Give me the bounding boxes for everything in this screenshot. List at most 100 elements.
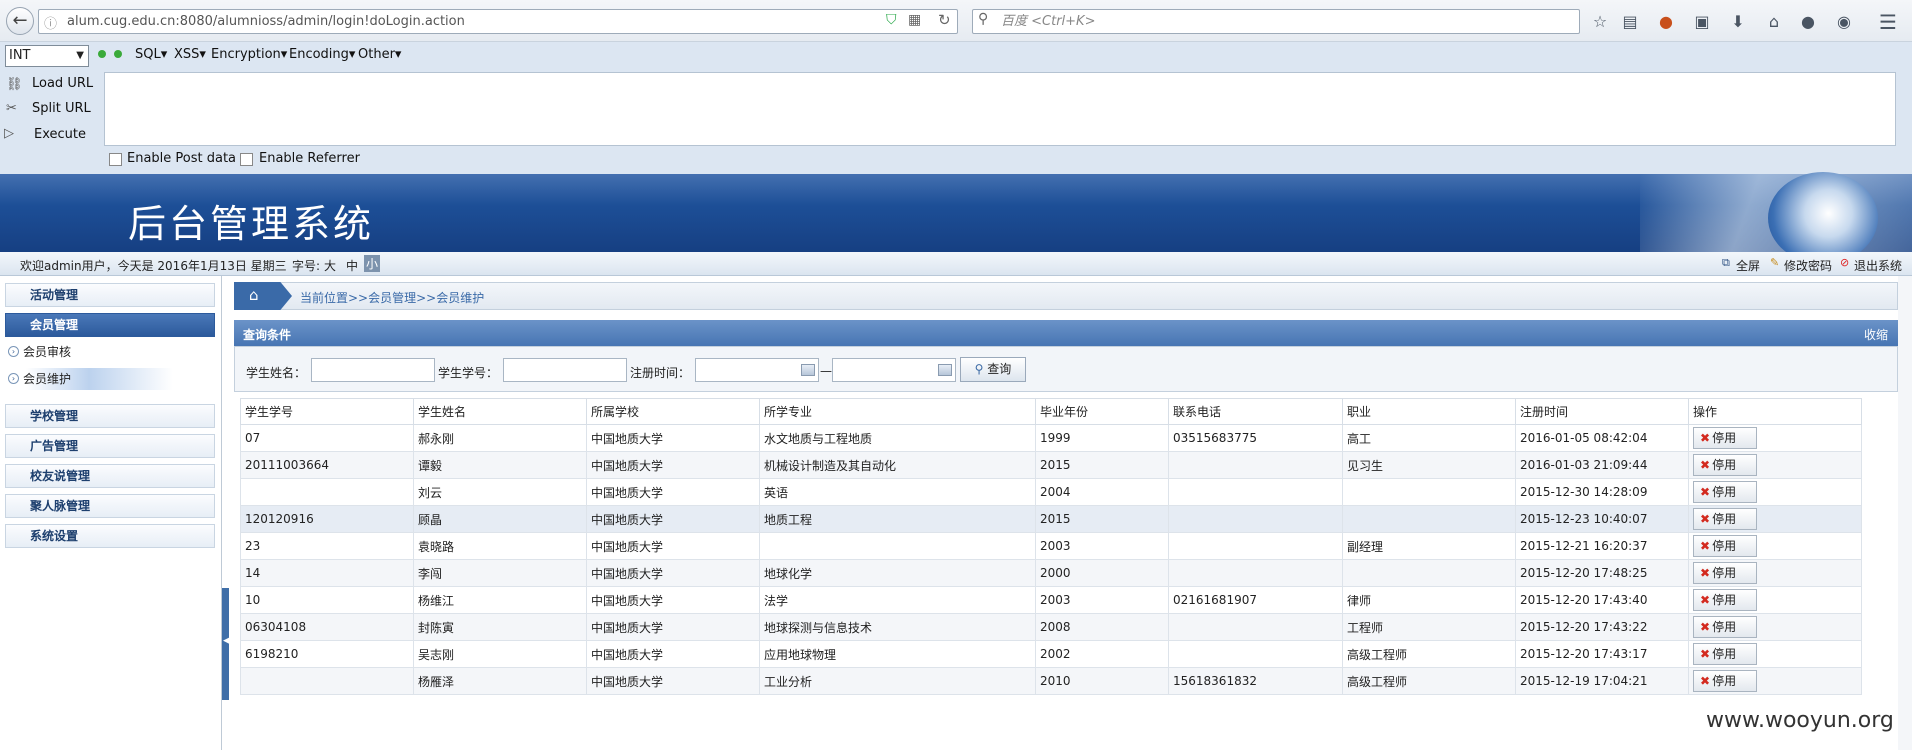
enable-post-checkbox[interactable] (109, 153, 122, 166)
addon-icon[interactable]: ● (1656, 12, 1676, 32)
disable-button[interactable]: ✖ 停用 (1693, 643, 1757, 665)
reload-icon[interactable]: ↻ (938, 11, 951, 29)
calendar-icon[interactable] (801, 364, 815, 376)
url-bar[interactable]: alum.cug.edu.cn:8080/alumnioss/admin/log… (38, 9, 958, 34)
disable-button[interactable]: ✖ 停用 (1693, 454, 1757, 476)
table-cell: 中国地质大学 (586, 640, 760, 668)
name-input[interactable] (311, 358, 435, 382)
table-cell: 中国地质大学 (586, 613, 760, 641)
sidebar-item-ads[interactable]: 广告管理 (5, 434, 215, 458)
shield-icon[interactable]: ⛉ (886, 12, 897, 28)
bookmarks-list-icon[interactable]: ▤ (1620, 12, 1640, 32)
table-cell: 06304108 (240, 613, 414, 641)
info-icon[interactable]: ⓘ (44, 13, 57, 32)
encryption-menu[interactable]: Encryption▾ (211, 47, 287, 62)
table-cell: 20111003664 (240, 451, 414, 479)
change-password-button[interactable]: 修改密码 (1784, 257, 1832, 274)
disable-button-label: 停用 (1712, 458, 1737, 472)
sidebar-splitter[interactable]: ◀ (222, 588, 230, 700)
disable-button[interactable]: ✖ 停用 (1693, 616, 1757, 638)
table-cell: 6198210 (240, 640, 414, 668)
table-cell: 中国地质大学 (586, 586, 760, 614)
site-title: 后台管理系统 (128, 202, 375, 246)
disable-button-label: 停用 (1712, 431, 1737, 445)
reader-icon[interactable]: ▣ (1692, 12, 1712, 32)
close-icon: ✖ (1700, 485, 1711, 499)
table-cell (1168, 451, 1343, 479)
table-cell (1168, 559, 1343, 587)
disable-button[interactable]: ✖ 停用 (1693, 535, 1757, 557)
disable-button[interactable]: ✖ 停用 (1693, 562, 1757, 584)
font-small-button[interactable]: 小 (364, 255, 381, 272)
download-icon[interactable]: ⬇ (1728, 12, 1748, 32)
fontsize-label: 字号: (292, 259, 321, 273)
sidebar-subitem-member-maintain[interactable]: › 会员维护 (5, 368, 215, 390)
table-cell: 15618361832 (1168, 667, 1343, 695)
date-label: 注册时间： (630, 366, 691, 380)
fullscreen-icon: ⧉ (1722, 256, 1730, 269)
table-cell (240, 667, 414, 695)
home-button[interactable]: ⌂ (234, 282, 292, 310)
disable-button[interactable]: ✖ 停用 (1693, 481, 1757, 503)
column-header: 所学专业 (759, 398, 1036, 425)
fullscreen-button[interactable]: 全屏 (1736, 257, 1760, 274)
menu-icon[interactable]: ☰ (1878, 12, 1898, 32)
font-large-button[interactable]: 大 (324, 257, 336, 274)
qrcode-icon[interactable]: ▦ (908, 12, 921, 28)
table-cell: 英语 (759, 478, 1036, 506)
status-dot-icon (98, 50, 106, 58)
sidebar-item-network[interactable]: 聚人脉管理 (5, 494, 215, 518)
type-select[interactable]: INT ▼ (5, 45, 89, 67)
chat-icon[interactable]: ● (1798, 12, 1818, 32)
sidebar-subitem-label: 会员审核 (23, 345, 72, 359)
id-input[interactable] (503, 358, 627, 382)
execute-button[interactable]: Execute (34, 127, 86, 142)
table-cell: 中国地质大学 (586, 478, 760, 506)
close-icon: ✖ (1700, 593, 1711, 607)
table-cell: 刘云 (413, 478, 587, 506)
expand-icon: › (8, 373, 19, 384)
close-icon: ✖ (1700, 647, 1711, 661)
back-button[interactable]: ← (6, 7, 34, 35)
font-medium-button[interactable]: 中 (346, 257, 358, 274)
split-url-button[interactable]: Split URL (32, 101, 91, 116)
watermark-text: www.wooyun.org (1706, 708, 1894, 733)
disable-button[interactable]: ✖ 停用 (1693, 508, 1757, 530)
enable-referrer-checkbox[interactable] (240, 153, 253, 166)
profile-icon[interactable]: ◉ (1834, 12, 1854, 32)
table-body: 07 郝永刚 中国地质大学 水文地质与工程地质 1999 03515683775 高工 201… (240, 424, 1862, 695)
query-panel-header (234, 320, 1898, 346)
disable-button[interactable]: ✖ 停用 (1693, 670, 1757, 692)
magnifier-icon: ⚲ (974, 362, 984, 376)
search-input[interactable]: 百度 <Ctrl+K> (972, 9, 1580, 34)
sidebar-item-activities[interactable]: 活动管理 (5, 283, 215, 307)
vertical-scrollbar[interactable] (1898, 276, 1912, 750)
encoding-menu[interactable]: Encoding▾ (289, 47, 355, 62)
sidebar-subitem-member-review[interactable]: › 会员审核 (5, 341, 215, 363)
disable-button[interactable]: ✖ 停用 (1693, 427, 1757, 449)
table-cell: 地质工程 (759, 505, 1036, 533)
other-menu[interactable]: Other▾ (358, 47, 401, 62)
logout-button[interactable]: 退出系统 (1854, 257, 1902, 274)
table-cell: 2016-01-05 08:42:04 (1515, 424, 1689, 452)
sidebar-item-members[interactable]: 会员管理 (5, 313, 215, 337)
home-icon[interactable]: ⌂ (1764, 12, 1784, 32)
sidebar-item-settings[interactable]: 系统设置 (5, 524, 215, 548)
action-cell: ✖ 停用 (1688, 532, 1862, 560)
bookmark-star-icon[interactable]: ☆ (1590, 12, 1610, 32)
collapse-button[interactable]: 收缩 (1864, 326, 1888, 343)
table-cell: 2008 (1035, 613, 1169, 641)
action-cell: ✖ 停用 (1688, 640, 1862, 668)
sidebar-item-schools[interactable]: 学校管理 (5, 404, 215, 428)
load-url-button[interactable]: Load URL (32, 76, 93, 91)
table-cell: 2015-12-20 17:43:22 (1515, 613, 1689, 641)
sidebar-item-alumni-talk[interactable]: 校友说管理 (5, 464, 215, 488)
disable-button-label: 停用 (1712, 539, 1737, 553)
close-icon: ✖ (1700, 566, 1711, 580)
search-button[interactable]: ⚲ 查询 (960, 357, 1026, 382)
hackbar-url-textarea[interactable] (104, 72, 1896, 146)
xss-menu[interactable]: XSS▾ (174, 47, 206, 62)
sql-menu[interactable]: SQL▾ (135, 47, 167, 62)
disable-button[interactable]: ✖ 停用 (1693, 589, 1757, 611)
calendar-icon[interactable] (938, 364, 952, 376)
